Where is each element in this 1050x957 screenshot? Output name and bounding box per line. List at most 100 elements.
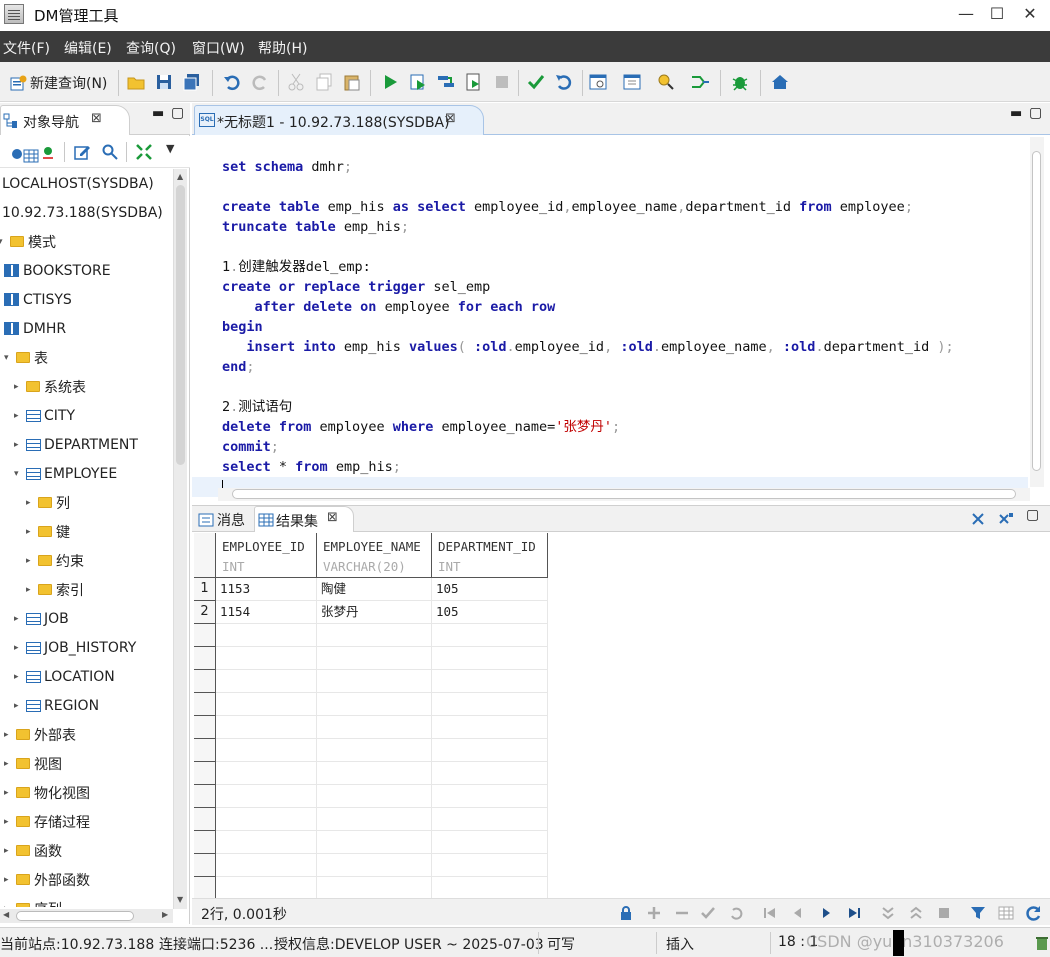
debug-icon[interactable] xyxy=(730,72,750,92)
maximize-panel-icon[interactable]: ▢ xyxy=(171,105,184,121)
maximize-panel-icon[interactable]: ▢ xyxy=(1026,507,1039,523)
stop-icon[interactable] xyxy=(492,72,512,92)
row-number[interactable] xyxy=(194,693,216,716)
collapsed-arrow-icon[interactable]: ▸ xyxy=(4,875,14,885)
execute-plan-icon[interactable] xyxy=(436,72,456,92)
rollback-icon[interactable] xyxy=(554,72,574,92)
table-cell[interactable]: 105 xyxy=(432,601,548,624)
commit-icon[interactable] xyxy=(526,72,546,92)
row-number[interactable] xyxy=(194,716,216,739)
filter-icon[interactable] xyxy=(970,905,986,921)
row-number[interactable] xyxy=(194,877,216,900)
expand-all-icon[interactable] xyxy=(136,144,152,160)
tree-node[interactable]: ▸ 函数 xyxy=(4,836,62,865)
tab-result-set[interactable]: 结果集 ⊠ xyxy=(254,506,354,532)
tree-node[interactable]: ▸ 键 xyxy=(26,517,70,546)
collapsed-arrow-icon[interactable]: ▸ xyxy=(14,672,24,682)
tree-node[interactable]: ▸ 物化视图 xyxy=(4,778,90,807)
table-cell[interactable] xyxy=(432,762,548,785)
revert-icon[interactable] xyxy=(728,905,744,921)
tree-vertical-scrollbar[interactable]: ▲ ▼ xyxy=(173,169,187,909)
table-cell[interactable] xyxy=(317,831,432,854)
row-number[interactable] xyxy=(194,647,216,670)
collapsed-arrow-icon[interactable]: ▸ xyxy=(26,498,36,508)
scroll-up-icon[interactable]: ▲ xyxy=(177,172,183,181)
table-cell[interactable]: 105 xyxy=(432,578,548,601)
delete-row-icon[interactable] xyxy=(674,905,690,921)
table-cell[interactable] xyxy=(317,808,432,831)
tree-node[interactable]: DMHR xyxy=(4,314,66,343)
tree-node[interactable]: ▸ JOB xyxy=(14,604,69,633)
table-cell[interactable] xyxy=(432,716,548,739)
row-number[interactable] xyxy=(194,785,216,808)
execute-script-icon[interactable] xyxy=(408,72,428,92)
collapsed-arrow-icon[interactable]: ▸ xyxy=(14,440,24,450)
sql-assist-icon[interactable] xyxy=(690,72,710,92)
table-cell[interactable] xyxy=(317,670,432,693)
tree-node[interactable]: 10.92.73.188(SYSDBA) xyxy=(2,198,163,227)
table-cell[interactable] xyxy=(432,739,548,762)
menu-query[interactable]: 查询(Q) xyxy=(126,38,176,58)
expanded-arrow-icon[interactable]: ▾ xyxy=(4,353,14,363)
tree-scroll-thumb[interactable] xyxy=(176,185,185,465)
explain-icon[interactable] xyxy=(588,72,608,92)
execute-file-icon[interactable] xyxy=(464,72,484,92)
cut-icon[interactable] xyxy=(286,72,306,92)
table-cell[interactable] xyxy=(317,739,432,762)
minimize-panel-icon[interactable]: ▬ xyxy=(1010,106,1022,121)
table-cell[interactable] xyxy=(216,808,317,831)
export-grid-icon[interactable] xyxy=(998,905,1014,921)
expanded-arrow-icon[interactable]: ▾ xyxy=(14,469,24,479)
find-icon[interactable] xyxy=(102,144,118,160)
table-cell[interactable] xyxy=(216,693,317,716)
execute-icon[interactable] xyxy=(380,72,400,92)
paste-icon[interactable] xyxy=(342,72,362,92)
tree-node[interactable]: LOCALHOST(SYSDBA) xyxy=(2,169,154,198)
sql-code-area[interactable]: set schema dmhr; create table emp_his as … xyxy=(192,137,1028,497)
tree-node[interactable]: ▸ 约束 xyxy=(26,546,84,575)
menu-help[interactable]: 帮助(H) xyxy=(258,38,307,58)
tree-node[interactable]: ▸ JOB_HISTORY xyxy=(14,633,136,662)
table-cell[interactable] xyxy=(317,693,432,716)
add-row-icon[interactable] xyxy=(646,905,662,921)
open-icon[interactable] xyxy=(126,72,146,92)
collapsed-arrow-icon[interactable]: ▸ xyxy=(4,904,14,908)
column-header[interactable]: EMPLOYEE_ID INT xyxy=(216,533,317,578)
row-number[interactable] xyxy=(194,808,216,831)
close-button[interactable]: ✕ xyxy=(1014,3,1046,27)
row-number[interactable] xyxy=(194,624,216,647)
tree-node[interactable]: ▾ EMPLOYEE xyxy=(14,459,117,488)
last-page-icon[interactable] xyxy=(846,905,862,921)
tree-node[interactable]: ▸ REGION xyxy=(14,691,99,720)
table-cell[interactable] xyxy=(432,647,548,670)
collapsed-arrow-icon[interactable]: ▸ xyxy=(26,556,36,566)
table-cell[interactable] xyxy=(216,716,317,739)
table-cell[interactable] xyxy=(317,762,432,785)
table-cell[interactable]: 1154 xyxy=(216,601,317,624)
table-cell[interactable] xyxy=(432,854,548,877)
table-cell[interactable] xyxy=(432,808,548,831)
expanded-arrow-icon[interactable]: ▾ xyxy=(0,237,8,247)
view-menu-icon[interactable]: ▼ xyxy=(166,142,174,155)
table-cell[interactable]: 张梦丹 xyxy=(317,601,432,624)
collapsed-arrow-icon[interactable]: ▸ xyxy=(14,614,24,624)
row-number[interactable] xyxy=(194,831,216,854)
collapse-rows-icon[interactable] xyxy=(908,905,924,921)
table-cell[interactable] xyxy=(432,670,548,693)
menu-edit[interactable]: 编辑(E) xyxy=(64,38,112,58)
collapsed-arrow-icon[interactable]: ▸ xyxy=(4,788,14,798)
tree-node[interactable]: ▸ 外部表 xyxy=(4,720,76,749)
minimize-panel-icon[interactable]: ▬ xyxy=(152,106,164,121)
copy-icon[interactable] xyxy=(314,72,334,92)
table-cell[interactable]: 1153 xyxy=(216,578,317,601)
tree-node[interactable]: CTISYS xyxy=(4,285,72,314)
table-cell[interactable] xyxy=(432,877,548,900)
collapsed-arrow-icon[interactable]: ▸ xyxy=(14,382,24,392)
tree-node[interactable]: ▸ 视图 xyxy=(4,749,62,778)
search-icon[interactable] xyxy=(656,72,676,92)
table-cell[interactable] xyxy=(432,831,548,854)
save-all-icon[interactable] xyxy=(182,72,202,92)
maximize-panel-icon[interactable]: ▢ xyxy=(1029,105,1042,121)
collapsed-arrow-icon[interactable]: ▸ xyxy=(4,846,14,856)
collapsed-arrow-icon[interactable]: ▸ xyxy=(14,643,24,653)
